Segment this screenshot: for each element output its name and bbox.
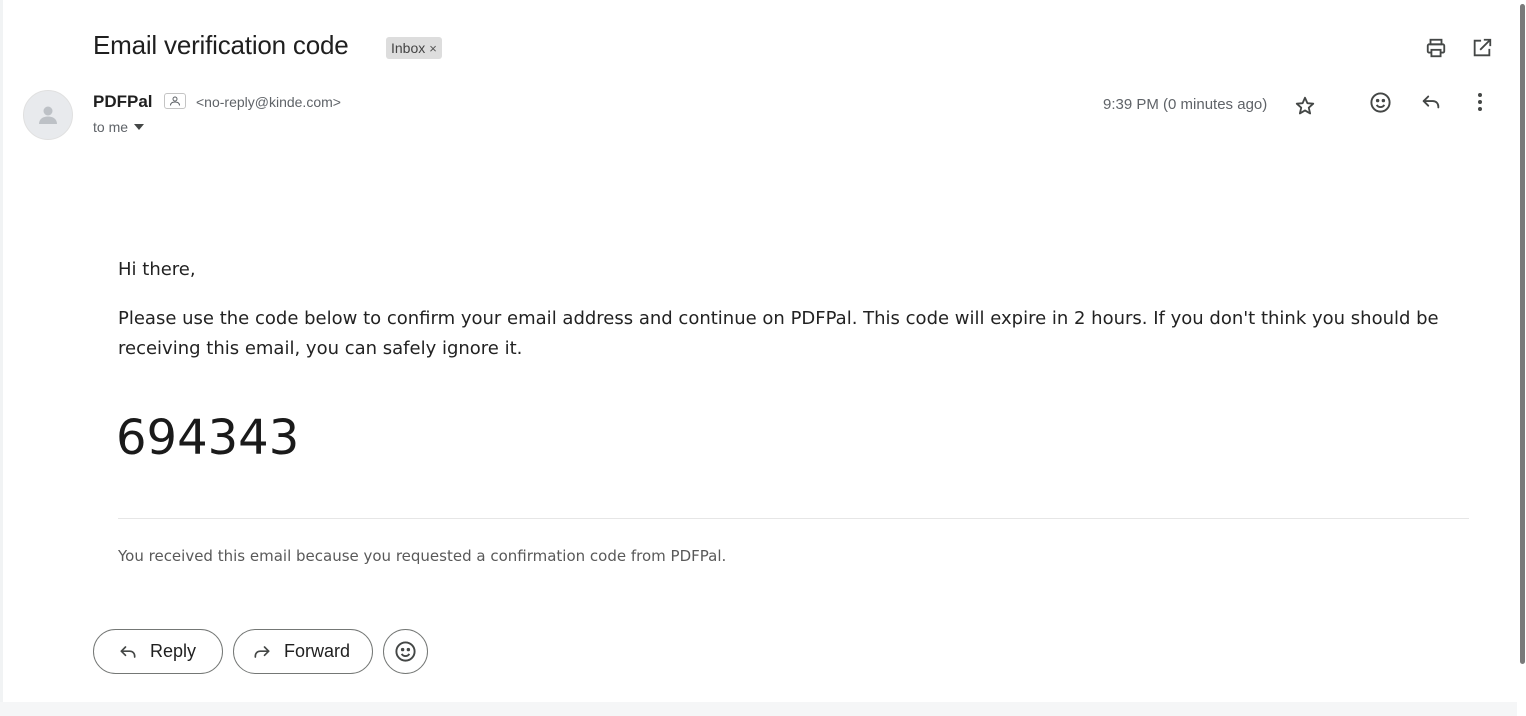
caret-down-icon [134, 124, 145, 130]
star-icon[interactable] [1293, 94, 1317, 118]
forward-button[interactable]: Forward [233, 629, 373, 674]
email-timestamp: 9:39 PM (0 minutes ago) [1103, 96, 1268, 113]
email-greeting: Hi there, [118, 259, 196, 280]
reply-button-label: Reply [150, 641, 197, 661]
window-bottom-edge [0, 702, 1526, 716]
sender-details-icon[interactable] [164, 93, 186, 109]
email-subject: Email verification code [93, 30, 349, 60]
reply-button[interactable]: Reply [93, 629, 223, 674]
sender-email: <no-reply@kinde.com> [196, 94, 341, 110]
print-icon[interactable] [1424, 36, 1448, 60]
email-message: Please use the code below to confirm you… [118, 308, 1439, 359]
person-icon [39, 106, 57, 124]
more-vert-icon[interactable] [1468, 90, 1492, 114]
forward-icon [254, 645, 270, 658]
inbox-label-chip[interactable]: Inbox × [386, 37, 442, 59]
reply-icon [120, 645, 136, 658]
sender-name[interactable]: PDFPal [93, 92, 153, 112]
label-text: Inbox [391, 40, 426, 56]
remove-label-icon[interactable]: × [429, 41, 437, 56]
recipient-details-toggle[interactable]: to me [93, 119, 145, 135]
open-in-new-icon[interactable] [1470, 36, 1494, 60]
forward-button-label: Forward [284, 641, 351, 661]
recipient-text: to me [93, 119, 129, 135]
emoji-icon [395, 641, 416, 662]
emoji-icon[interactable] [1368, 90, 1392, 114]
sender-avatar[interactable] [23, 90, 73, 140]
emoji-reaction-button[interactable] [383, 629, 428, 674]
verification-code: 694343 [116, 410, 300, 466]
divider [118, 518, 1469, 519]
email-footer-note: You received this email because you requ… [118, 547, 727, 565]
scrollbar-thumb[interactable] [1520, 4, 1525, 664]
window-left-edge [0, 0, 3, 716]
reply-icon[interactable] [1419, 90, 1443, 114]
